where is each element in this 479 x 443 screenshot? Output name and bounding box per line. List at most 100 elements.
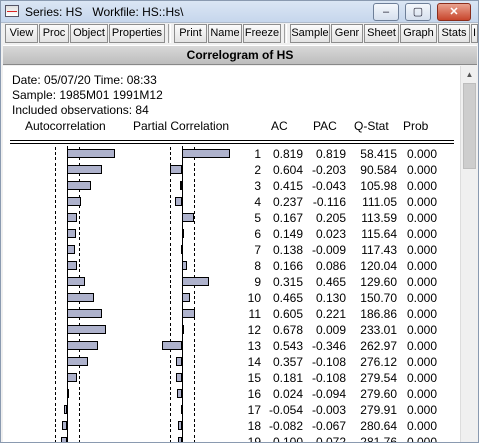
prob-value: 0.000 (406, 259, 437, 273)
qstat-value: 105.98 (360, 179, 397, 193)
lag-value: 17 (247, 403, 261, 417)
toolbar-separator (284, 24, 287, 43)
ident-button[interactable]: I (471, 24, 478, 43)
ac-bar (67, 229, 76, 238)
lag-value: 2 (254, 163, 261, 177)
sample-button[interactable]: Sample (290, 24, 330, 43)
prob-value: 0.000 (406, 291, 437, 305)
ac-band-upper (79, 211, 80, 224)
scroll-thumb[interactable] (463, 83, 476, 169)
pac-bar (181, 405, 183, 414)
qstat-value: 117.43 (361, 243, 397, 257)
ac-band-lower (55, 371, 56, 384)
ac-band-lower (55, 435, 56, 442)
pac-axis (182, 178, 183, 194)
pac-band-upper (194, 323, 195, 336)
prob-value: 0.000 (406, 307, 437, 321)
pac-bar (176, 357, 182, 366)
table-row: 2 0.604 -0.203 90.584 0.000 (3, 162, 460, 178)
ac-bar (67, 341, 98, 350)
pac-band-upper (194, 259, 195, 272)
pac-value: -0.003 (311, 403, 346, 417)
prob-value: 0.000 (406, 339, 437, 353)
ac-band-lower (55, 323, 56, 336)
ac-band-lower (55, 211, 56, 224)
prob-value: 0.000 (406, 211, 437, 225)
minimize-button[interactable]: ‒ (373, 3, 399, 21)
ac-bar (67, 165, 102, 174)
ac-band-upper (79, 435, 80, 442)
pac-band-upper (194, 419, 195, 432)
pac-band-lower (170, 307, 171, 320)
sheet-button[interactable]: Sheet (364, 24, 399, 43)
pac-bar (180, 181, 182, 190)
prob-value: 0.000 (406, 275, 437, 289)
ac-band-lower (55, 307, 56, 320)
view-button[interactable]: View (5, 24, 38, 43)
toolbar: View Proc Object Properties Print Name F… (3, 24, 478, 44)
table-row: 18 -0.082 -0.067 280.64 0.000 (3, 418, 460, 434)
graph-button[interactable]: Graph (400, 24, 437, 43)
scroll-up-arrow-icon[interactable]: ▲ (461, 66, 478, 83)
ac-value: 0.167 (272, 211, 303, 225)
prob-value: 0.000 (406, 195, 437, 209)
lag-value: 6 (254, 227, 261, 241)
ac-header: AC (271, 119, 288, 133)
prob-value: 0.000 (406, 435, 437, 442)
lag-value: 19 (247, 435, 261, 442)
pac-header: PAC (313, 119, 337, 133)
print-button[interactable]: Print (174, 24, 207, 43)
qstat-value: 262.97 (360, 339, 397, 353)
pac-band-upper (194, 387, 195, 400)
lag-value: 14 (247, 355, 261, 369)
lag-value: 18 (247, 419, 261, 433)
properties-button[interactable]: Properties (109, 24, 165, 43)
freeze-button[interactable]: Freeze (243, 24, 281, 43)
lag-value: 4 (254, 195, 261, 209)
object-button[interactable]: Object (70, 24, 108, 43)
pac-band-lower (170, 195, 171, 208)
pac-band-lower (170, 211, 171, 224)
ac-band-lower (55, 291, 56, 304)
pac-value: -0.067 (311, 419, 346, 433)
prob-value: 0.000 (406, 147, 437, 161)
ac-band-lower (55, 147, 56, 160)
genr-button[interactable]: Genr (331, 24, 363, 43)
table-row: 5 0.167 0.205 113.59 0.000 (3, 210, 460, 226)
name-button[interactable]: Name (208, 24, 242, 43)
ac-bar (67, 309, 102, 318)
title-bar[interactable]: Series: HS Workfile: HS::Hs\ ‒ ▢ ✕ (1, 1, 478, 23)
pac-band-upper (194, 179, 195, 192)
ac-band-lower (55, 387, 56, 400)
ac-value: 0.678 (272, 323, 303, 337)
pac-band-lower (170, 259, 171, 272)
maximize-button[interactable]: ▢ (405, 3, 431, 21)
pac-bar (182, 309, 195, 318)
pac-axis (182, 194, 183, 210)
ac-value: 0.138 (272, 243, 303, 257)
ac-bar (67, 181, 91, 190)
pac-band-lower (170, 419, 171, 432)
table-row: 16 0.024 -0.094 279.60 0.000 (3, 386, 460, 402)
proc-button[interactable]: Proc (39, 24, 69, 43)
pac-value: -0.116 (312, 195, 346, 209)
stats-button[interactable]: Stats (438, 24, 470, 43)
ac-band-lower (55, 403, 56, 416)
ac-band-upper (79, 403, 80, 416)
ac-value: -0.054 (268, 403, 303, 417)
ac-bar (67, 213, 77, 222)
qstat-value: 115.64 (361, 227, 397, 241)
pac-value: -0.108 (311, 355, 346, 369)
pac-band-upper (194, 291, 195, 304)
lag-value: 13 (247, 339, 261, 353)
close-button[interactable]: ✕ (437, 3, 471, 21)
prob-value: 0.000 (406, 243, 437, 257)
table-row: 10 0.465 0.130 150.70 0.000 (3, 290, 460, 306)
pac-bar (178, 437, 182, 442)
pac-band-upper (194, 355, 195, 368)
vertical-scrollbar[interactable]: ▲ (460, 66, 477, 442)
prob-value: 0.000 (406, 323, 437, 337)
pac-value: -0.108 (311, 371, 346, 385)
ac-value: 0.819 (272, 147, 303, 161)
pac-band-lower (170, 291, 171, 304)
